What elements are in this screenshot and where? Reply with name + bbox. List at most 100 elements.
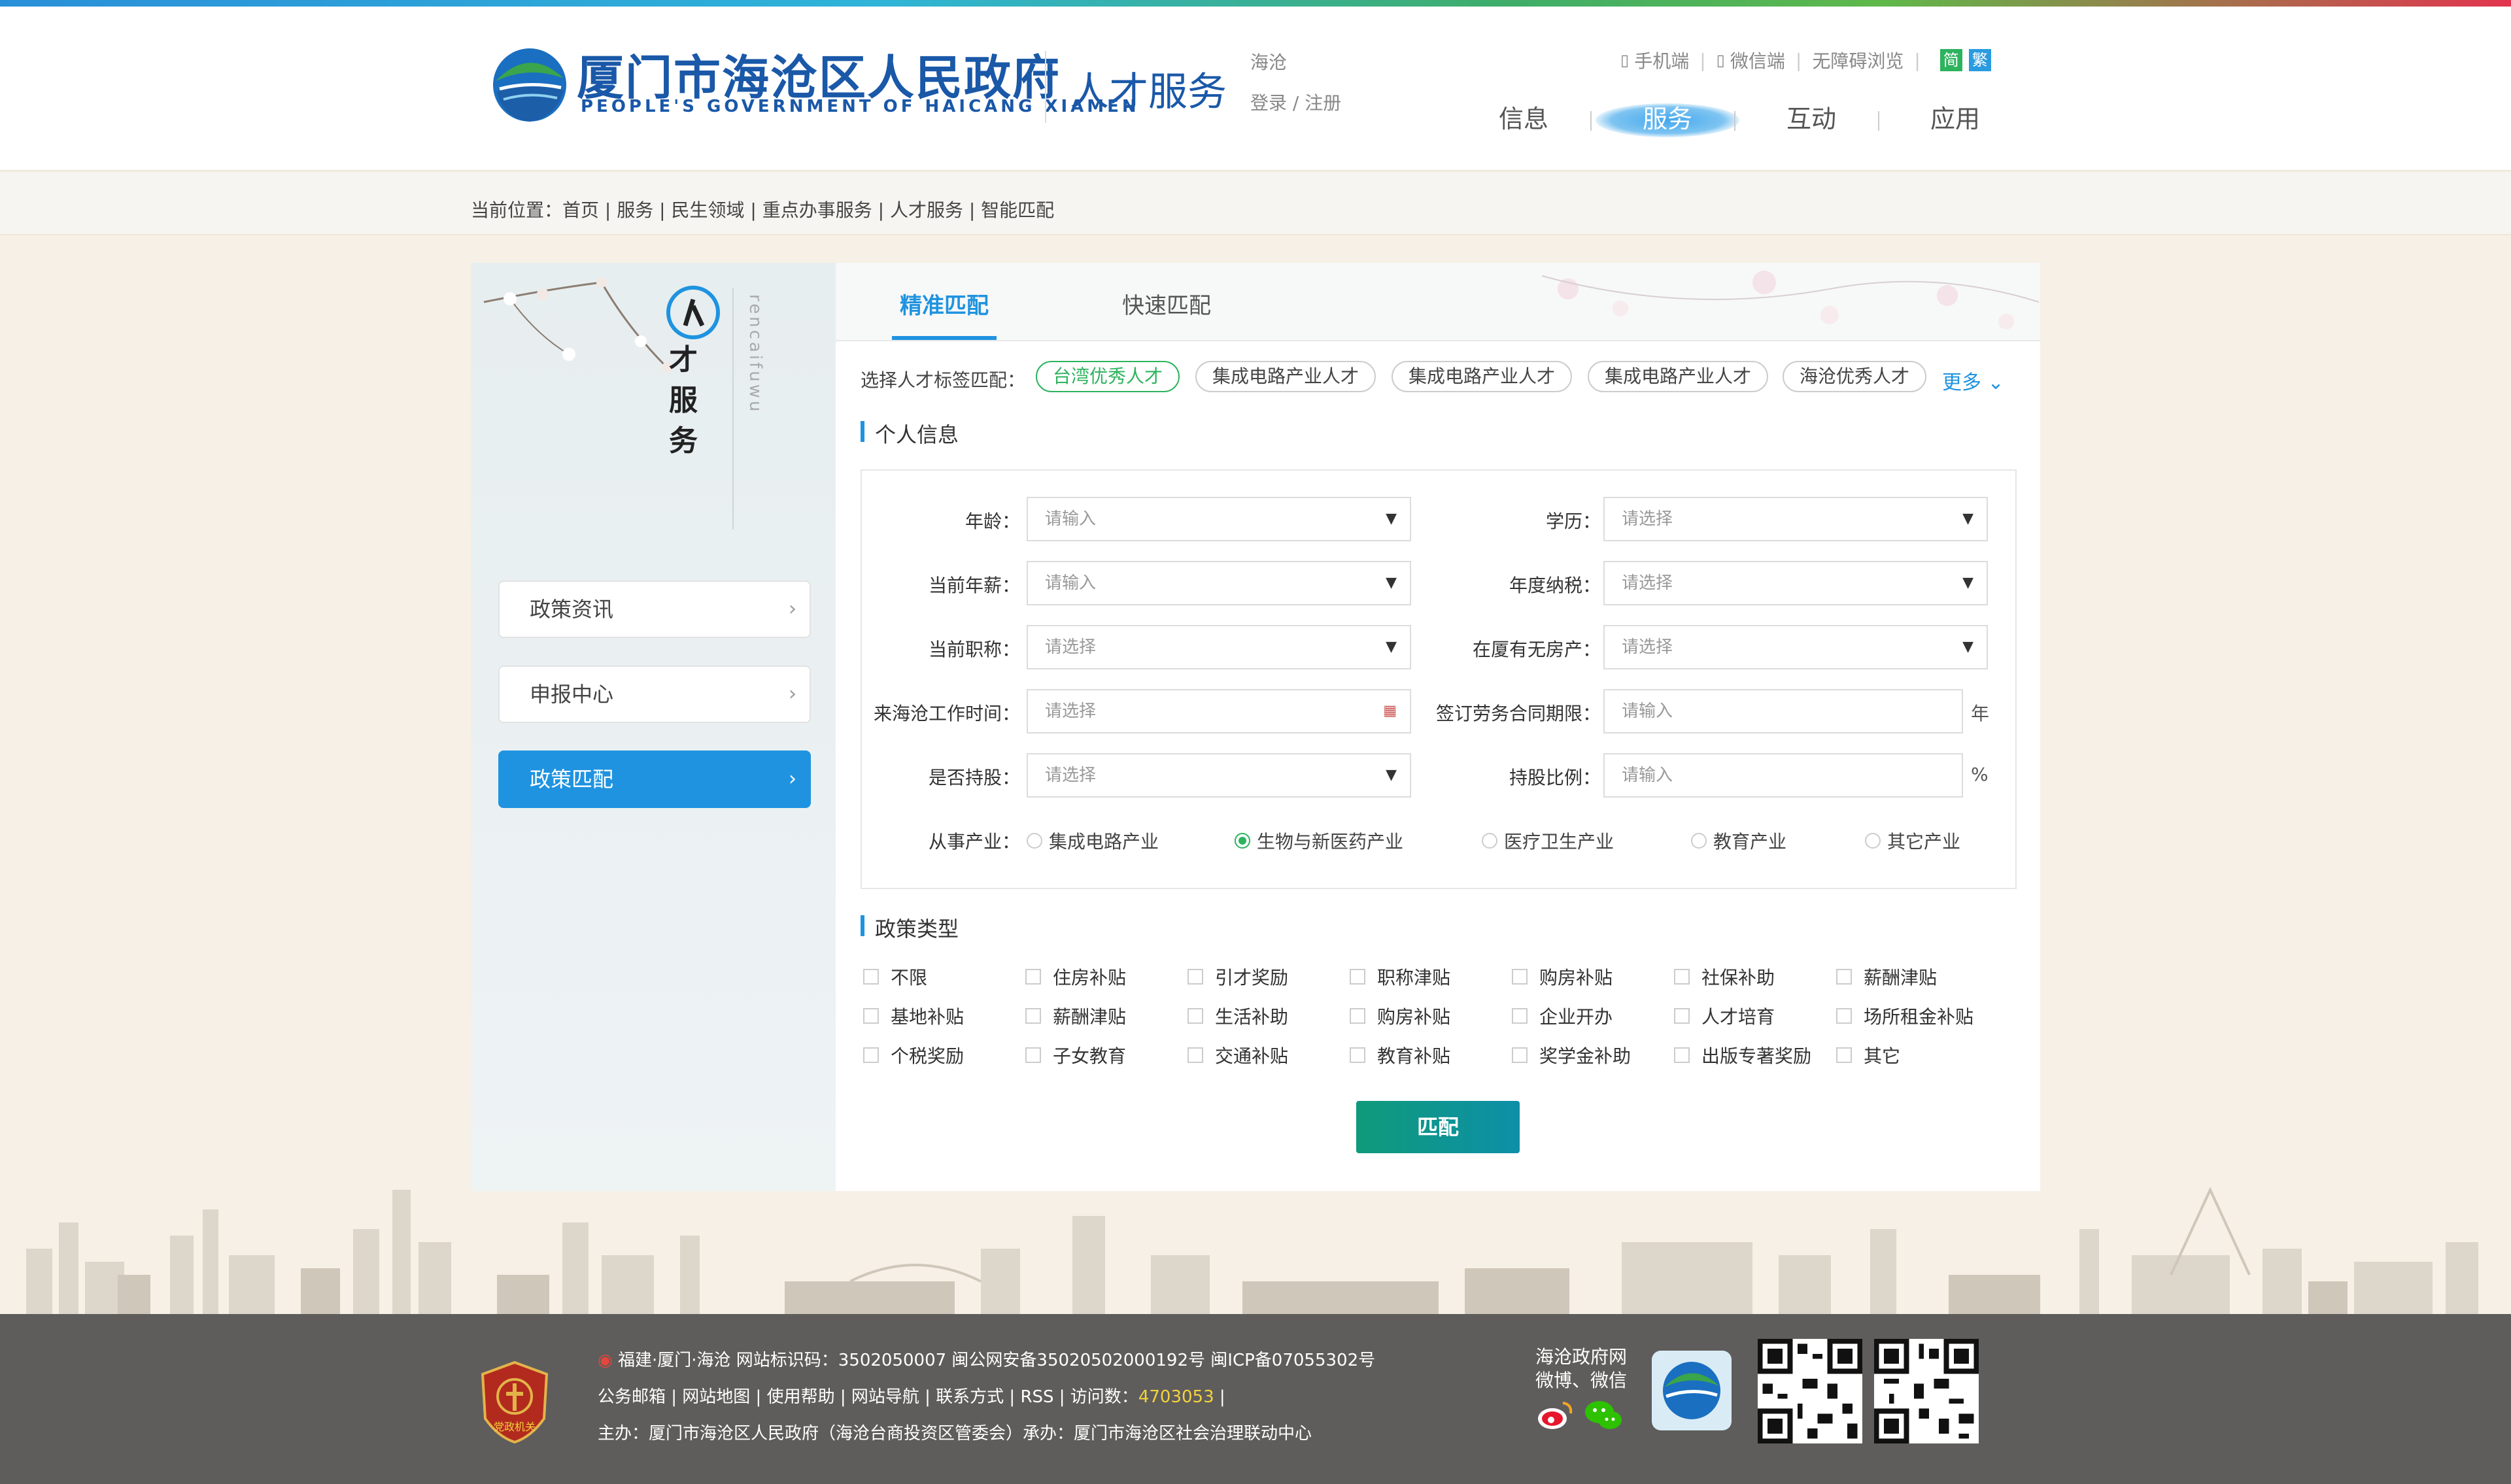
site-title-en: PEOPLE'S GOVERNMENT OF HAICANG XIAMEN	[581, 97, 1140, 116]
sidebar-title-char: 服	[669, 384, 698, 417]
login-link[interactable]: 登录	[1250, 92, 1287, 114]
policy-checkbox[interactable]: 购房补贴	[1512, 964, 1613, 990]
sidebar-title-divider	[732, 288, 734, 530]
policy-checkbox[interactable]: 奖学金补助	[1512, 1042, 1631, 1068]
sidebar-item-label: 申报中心	[530, 682, 614, 707]
wechat-icon[interactable]	[1584, 1399, 1623, 1432]
policy-checkbox[interactable]: 人才培育	[1674, 1003, 1775, 1029]
industry-option-healthcare[interactable]: 医疗卫生产业	[1482, 828, 1614, 854]
work-time-date-input[interactable]: 请选择 ▦	[1027, 689, 1411, 734]
checkbox-icon	[1836, 969, 1852, 985]
job-title-placeholder: 请选择	[1045, 637, 1097, 657]
weibo-icon[interactable]	[1537, 1399, 1573, 1432]
party-government-badge-icon[interactable]: 党政机关	[479, 1360, 551, 1445]
haicang-app-logo-icon[interactable]	[1652, 1351, 1732, 1430]
job-title-select[interactable]: 请选择 ▼	[1027, 625, 1411, 669]
policy-checkbox[interactable]: 交通补贴	[1187, 1042, 1288, 1068]
shareholding-select[interactable]: 请选择 ▼	[1027, 753, 1411, 798]
checkbox-icon	[1350, 1047, 1365, 1063]
property-placeholder: 请选择	[1622, 637, 1673, 657]
policy-checkbox[interactable]: 出版专著奖励	[1674, 1042, 1811, 1068]
contract-term-input[interactable]: 请输入	[1603, 689, 1963, 734]
caret-down-icon: ▼	[1386, 639, 1397, 655]
job-title-label: 当前职称：	[928, 639, 1020, 660]
education-select[interactable]: 请选择 ▼	[1603, 497, 1988, 541]
age-label: 年龄：	[965, 511, 1020, 532]
breadcrumb[interactable]: 当前位置：首页 | 服务 | 民生领域 | 重点办事服务 | 人才服务 | 智能…	[471, 196, 1054, 222]
industry-option-other[interactable]: 其它产业	[1865, 828, 1960, 854]
salary-input[interactable]: 请输入 ▼	[1027, 561, 1411, 605]
sidebar-item-policy-match[interactable]: 政策匹配 ›	[498, 750, 811, 808]
social-label-line1: 海沧政府网	[1535, 1346, 1628, 1368]
property-select[interactable]: 请选择 ▼	[1603, 625, 1988, 669]
nav-separator	[1590, 111, 1592, 131]
calendar-icon[interactable]: ▦	[1383, 690, 1397, 732]
footer-info-line: ◉ 福建·厦门·海沧 网站标识码：3502050007 闽公网安备3502050…	[598, 1347, 1375, 1371]
industry-option-biomed[interactable]: 生物与新医药产业	[1235, 828, 1403, 854]
match-button[interactable]: 匹配	[1356, 1101, 1520, 1153]
caret-down-icon: ▼	[1962, 639, 1973, 655]
social-label: 海沧政府网 微博、微信	[1535, 1345, 1627, 1392]
simplified-chinese-button[interactable]: 简	[1939, 49, 1962, 71]
policy-checkbox[interactable]: 基地补贴	[863, 1003, 964, 1029]
policy-checkbox[interactable]: 生活补助	[1187, 1003, 1288, 1029]
footer-identifiers: 福建·厦门·海沧 网站标识码：3502050007 闽公网安备350205020…	[617, 1351, 1376, 1370]
tag-haicang-talent[interactable]: 海沧优秀人才	[1783, 361, 1927, 392]
policy-checkbox[interactable]: 不限	[863, 964, 927, 990]
policy-option-label: 企业开办	[1539, 1006, 1613, 1028]
policy-checkbox[interactable]: 引才奖励	[1187, 964, 1288, 990]
footer-links[interactable]: 公务邮箱 | 网站地图 | 使用帮助 | 网站导航 | 联系方式 | RSS |…	[598, 1387, 1138, 1407]
wechat-icon: ▯	[1716, 51, 1725, 69]
nav-service[interactable]: 服务	[1596, 93, 1739, 145]
policy-checkbox[interactable]: 子女教育	[1025, 1042, 1126, 1068]
checkbox-icon	[1512, 1047, 1528, 1063]
industry-option-label: 集成电路产业	[1049, 831, 1159, 852]
sidebar-item-application-center[interactable]: 申报中心 ›	[498, 666, 811, 723]
tab-quick-match[interactable]: 快速匹配	[1122, 288, 1211, 320]
sidebar-item-policy-news[interactable]: 政策资讯 ›	[498, 581, 811, 638]
annual-tax-select[interactable]: 请选择 ▼	[1603, 561, 1988, 605]
top-link-sep: |	[1700, 49, 1706, 71]
channel-title[interactable]: 人才服务	[1070, 60, 1227, 117]
chevron-right-icon: ›	[789, 683, 796, 705]
policy-checkbox[interactable]: 职称津贴	[1350, 964, 1450, 990]
footer-links-line[interactable]: 公务邮箱 | 网站地图 | 使用帮助 | 网站导航 | 联系方式 | RSS |…	[598, 1383, 1225, 1408]
checkbox-icon	[1350, 969, 1365, 985]
share-ratio-input[interactable]: 请输入	[1603, 753, 1963, 798]
mobile-link[interactable]: 手机端	[1634, 47, 1689, 73]
industry-option-education[interactable]: 教育产业	[1691, 828, 1786, 854]
sidebar-title-vertical: 才 服 务	[660, 340, 706, 462]
tag-taiwan-talent[interactable]: 台湾优秀人才	[1036, 361, 1180, 392]
tag-ic-talent[interactable]: 集成电路产业人才	[1588, 361, 1769, 392]
industry-option-ic[interactable]: 集成电路产业	[1027, 828, 1159, 854]
top-color-bar	[0, 0, 2511, 7]
accessibility-link[interactable]: 无障碍浏览	[1812, 47, 1904, 73]
policy-checkbox[interactable]: 教育补贴	[1350, 1042, 1450, 1068]
policy-checkbox[interactable]: 购房补贴	[1350, 1003, 1450, 1029]
policy-checkbox[interactable]: 社保补助	[1674, 964, 1775, 990]
nav-info[interactable]: 信息	[1458, 93, 1589, 145]
policy-checkbox[interactable]: 薪酬津贴	[1836, 964, 1937, 990]
policy-checkbox[interactable]: 薪酬津贴	[1025, 1003, 1126, 1029]
age-input[interactable]: 请输入 ▼	[1027, 497, 1411, 541]
policy-checkbox[interactable]: 住房补贴	[1025, 964, 1126, 990]
chevron-right-icon: ›	[789, 598, 796, 620]
policy-option-label: 不限	[891, 967, 928, 988]
nav-apps[interactable]: 应用	[1890, 93, 2021, 145]
tab-precise-match[interactable]: 精准匹配	[900, 288, 989, 320]
nav-interaction-label: 互动	[1786, 105, 1836, 133]
tag-ic-talent[interactable]: 集成电路产业人才	[1195, 361, 1376, 392]
nav-interaction[interactable]: 互动	[1746, 93, 1877, 145]
tag-ic-talent[interactable]: 集成电路产业人才	[1392, 361, 1573, 392]
policy-checkbox[interactable]: 其它	[1836, 1042, 1900, 1068]
region-label: 海沧	[1250, 52, 1288, 73]
policy-checkbox[interactable]: 企业开办	[1512, 1003, 1613, 1029]
register-link[interactable]: 注册	[1305, 92, 1341, 114]
weibo-qr-code-icon	[1758, 1339, 1862, 1443]
traditional-chinese-button[interactable]: 繁	[1968, 49, 1991, 71]
policy-checkbox[interactable]: 个税奖励	[863, 1042, 964, 1068]
more-tags-link[interactable]: 更多 ⌄	[1942, 366, 2004, 395]
policy-checkbox[interactable]: 场所租金补贴	[1836, 1003, 1973, 1029]
login-register: 登录 / 注册	[1250, 89, 1341, 115]
wechat-link[interactable]: 微信端	[1730, 47, 1785, 73]
